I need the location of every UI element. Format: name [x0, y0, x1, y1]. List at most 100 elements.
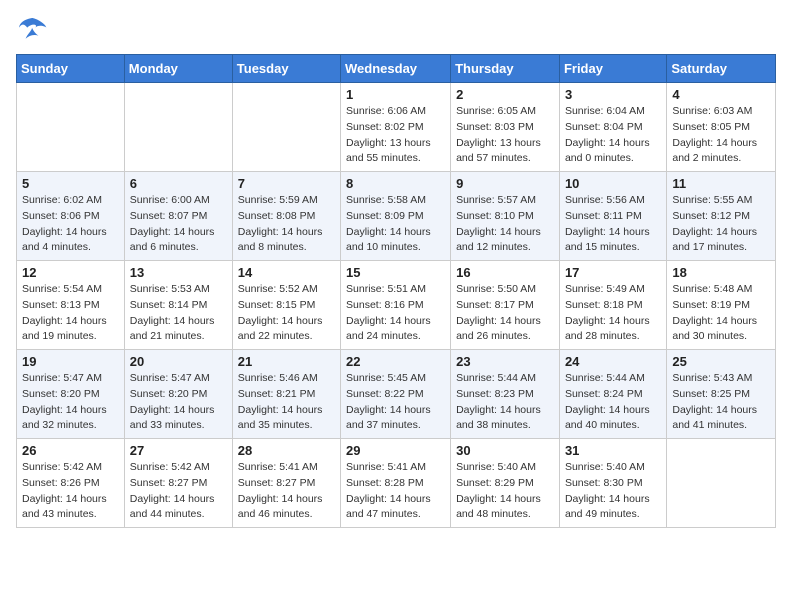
calendar-cell: 10 Sunrise: 5:56 AM Sunset: 8:11 PM Dayli… [559, 172, 666, 261]
day-info: Sunrise: 5:49 AM Sunset: 8:18 PM Dayligh… [565, 282, 661, 345]
day-number: 13 [130, 265, 227, 280]
calendar-cell: 3 Sunrise: 6:04 AM Sunset: 8:04 PM Daylig… [559, 83, 666, 172]
calendar-table: SundayMondayTuesdayWednesdayThursdayFrid… [16, 54, 776, 528]
day-number: 16 [456, 265, 554, 280]
day-info: Sunrise: 6:03 AM Sunset: 8:05 PM Dayligh… [672, 104, 770, 167]
day-info: Sunrise: 5:58 AM Sunset: 8:09 PM Dayligh… [346, 193, 445, 256]
day-info: Sunrise: 5:56 AM Sunset: 8:11 PM Dayligh… [565, 193, 661, 256]
calendar-cell: 15 Sunrise: 5:51 AM Sunset: 8:16 PM Dayli… [341, 261, 451, 350]
calendar-cell [667, 439, 776, 528]
day-number: 2 [456, 87, 554, 102]
day-header-tuesday: Tuesday [232, 55, 340, 83]
day-number: 11 [672, 176, 770, 191]
day-header-thursday: Thursday [451, 55, 560, 83]
day-info: Sunrise: 5:43 AM Sunset: 8:25 PM Dayligh… [672, 371, 770, 434]
day-info: Sunrise: 5:40 AM Sunset: 8:29 PM Dayligh… [456, 460, 554, 523]
day-number: 31 [565, 443, 661, 458]
day-info: Sunrise: 6:05 AM Sunset: 8:03 PM Dayligh… [456, 104, 554, 167]
day-number: 24 [565, 354, 661, 369]
day-number: 7 [238, 176, 335, 191]
day-info: Sunrise: 5:51 AM Sunset: 8:16 PM Dayligh… [346, 282, 445, 345]
day-number: 29 [346, 443, 445, 458]
day-number: 15 [346, 265, 445, 280]
day-number: 17 [565, 265, 661, 280]
day-info: Sunrise: 5:55 AM Sunset: 8:12 PM Dayligh… [672, 193, 770, 256]
day-number: 5 [22, 176, 119, 191]
calendar-cell: 1 Sunrise: 6:06 AM Sunset: 8:02 PM Daylig… [341, 83, 451, 172]
day-number: 25 [672, 354, 770, 369]
calendar-cell [124, 83, 232, 172]
calendar-cell: 22 Sunrise: 5:45 AM Sunset: 8:22 PM Dayli… [341, 350, 451, 439]
day-number: 8 [346, 176, 445, 191]
calendar-week-row: 19 Sunrise: 5:47 AM Sunset: 8:20 PM Dayli… [17, 350, 776, 439]
day-number: 6 [130, 176, 227, 191]
calendar-cell [232, 83, 340, 172]
calendar-cell: 5 Sunrise: 6:02 AM Sunset: 8:06 PM Daylig… [17, 172, 125, 261]
day-info: Sunrise: 6:02 AM Sunset: 8:06 PM Dayligh… [22, 193, 119, 256]
day-info: Sunrise: 5:41 AM Sunset: 8:27 PM Dayligh… [238, 460, 335, 523]
calendar-cell: 16 Sunrise: 5:50 AM Sunset: 8:17 PM Dayli… [451, 261, 560, 350]
day-info: Sunrise: 5:59 AM Sunset: 8:08 PM Dayligh… [238, 193, 335, 256]
day-info: Sunrise: 5:54 AM Sunset: 8:13 PM Dayligh… [22, 282, 119, 345]
calendar-week-row: 12 Sunrise: 5:54 AM Sunset: 8:13 PM Dayli… [17, 261, 776, 350]
calendar-cell: 29Sunrise: 5:41 AM Sunset: 8:28 PM Dayli… [341, 439, 451, 528]
calendar-cell: 14Sunrise: 5:52 AM Sunset: 8:15 PM Dayli… [232, 261, 340, 350]
calendar-cell: 20 Sunrise: 5:47 AM Sunset: 8:20 PM Dayli… [124, 350, 232, 439]
day-info: Sunrise: 5:52 AM Sunset: 8:15 PM Dayligh… [238, 282, 335, 345]
day-info: Sunrise: 5:42 AM Sunset: 8:26 PM Dayligh… [22, 460, 119, 523]
calendar-cell: 19 Sunrise: 5:47 AM Sunset: 8:20 PM Dayli… [17, 350, 125, 439]
day-info: Sunrise: 5:47 AM Sunset: 8:20 PM Dayligh… [22, 371, 119, 434]
calendar-cell: 8 Sunrise: 5:58 AM Sunset: 8:09 PM Daylig… [341, 172, 451, 261]
day-header-friday: Friday [559, 55, 666, 83]
day-info: Sunrise: 5:53 AM Sunset: 8:14 PM Dayligh… [130, 282, 227, 345]
calendar-cell: 4 Sunrise: 6:03 AM Sunset: 8:05 PM Daylig… [667, 83, 776, 172]
page-header [16, 16, 776, 44]
calendar-cell: 6Sunrise: 6:00 AM Sunset: 8:07 PM Daylig… [124, 172, 232, 261]
day-number: 28 [238, 443, 335, 458]
day-number: 20 [130, 354, 227, 369]
day-number: 26 [22, 443, 119, 458]
day-info: Sunrise: 5:40 AM Sunset: 8:30 PM Dayligh… [565, 460, 661, 523]
logo-bird-icon [16, 16, 48, 44]
day-info: Sunrise: 5:44 AM Sunset: 8:24 PM Dayligh… [565, 371, 661, 434]
calendar-cell: 27Sunrise: 5:42 AM Sunset: 8:27 PM Dayli… [124, 439, 232, 528]
day-header-sunday: Sunday [17, 55, 125, 83]
day-info: Sunrise: 5:47 AM Sunset: 8:20 PM Dayligh… [130, 371, 227, 434]
calendar-cell: 26 Sunrise: 5:42 AM Sunset: 8:26 PM Dayli… [17, 439, 125, 528]
day-info: Sunrise: 5:42 AM Sunset: 8:27 PM Dayligh… [130, 460, 227, 523]
calendar-cell: 13 Sunrise: 5:53 AM Sunset: 8:14 PM Dayli… [124, 261, 232, 350]
day-number: 1 [346, 87, 445, 102]
day-number: 10 [565, 176, 661, 191]
day-number: 3 [565, 87, 661, 102]
day-info: Sunrise: 5:48 AM Sunset: 8:19 PM Dayligh… [672, 282, 770, 345]
day-header-saturday: Saturday [667, 55, 776, 83]
day-number: 18 [672, 265, 770, 280]
day-number: 21 [238, 354, 335, 369]
calendar-cell [17, 83, 125, 172]
day-number: 19 [22, 354, 119, 369]
day-info: Sunrise: 6:04 AM Sunset: 8:04 PM Dayligh… [565, 104, 661, 167]
calendar-cell: 7 Sunrise: 5:59 AM Sunset: 8:08 PM Daylig… [232, 172, 340, 261]
day-info: Sunrise: 5:57 AM Sunset: 8:10 PM Dayligh… [456, 193, 554, 256]
day-number: 9 [456, 176, 554, 191]
day-number: 30 [456, 443, 554, 458]
calendar-cell: 12 Sunrise: 5:54 AM Sunset: 8:13 PM Dayli… [17, 261, 125, 350]
day-number: 4 [672, 87, 770, 102]
calendar-cell: 25 Sunrise: 5:43 AM Sunset: 8:25 PM Dayli… [667, 350, 776, 439]
calendar-week-row: 26 Sunrise: 5:42 AM Sunset: 8:26 PM Dayli… [17, 439, 776, 528]
day-header-wednesday: Wednesday [341, 55, 451, 83]
day-info: Sunrise: 5:50 AM Sunset: 8:17 PM Dayligh… [456, 282, 554, 345]
calendar-cell: 21 Sunrise: 5:46 AM Sunset: 8:21 PM Dayli… [232, 350, 340, 439]
day-info: Sunrise: 5:46 AM Sunset: 8:21 PM Dayligh… [238, 371, 335, 434]
calendar-cell: 28 Sunrise: 5:41 AM Sunset: 8:27 PM Dayli… [232, 439, 340, 528]
calendar-header-row: SundayMondayTuesdayWednesdayThursdayFrid… [17, 55, 776, 83]
calendar-cell: 11 Sunrise: 5:55 AM Sunset: 8:12 PM Dayli… [667, 172, 776, 261]
day-number: 12 [22, 265, 119, 280]
calendar-cell: 18 Sunrise: 5:48 AM Sunset: 8:19 PM Dayli… [667, 261, 776, 350]
day-number: 22 [346, 354, 445, 369]
day-info: Sunrise: 6:06 AM Sunset: 8:02 PM Dayligh… [346, 104, 445, 167]
day-info: Sunrise: 5:45 AM Sunset: 8:22 PM Dayligh… [346, 371, 445, 434]
day-number: 23 [456, 354, 554, 369]
calendar-cell: 9 Sunrise: 5:57 AM Sunset: 8:10 PM Daylig… [451, 172, 560, 261]
day-header-monday: Monday [124, 55, 232, 83]
